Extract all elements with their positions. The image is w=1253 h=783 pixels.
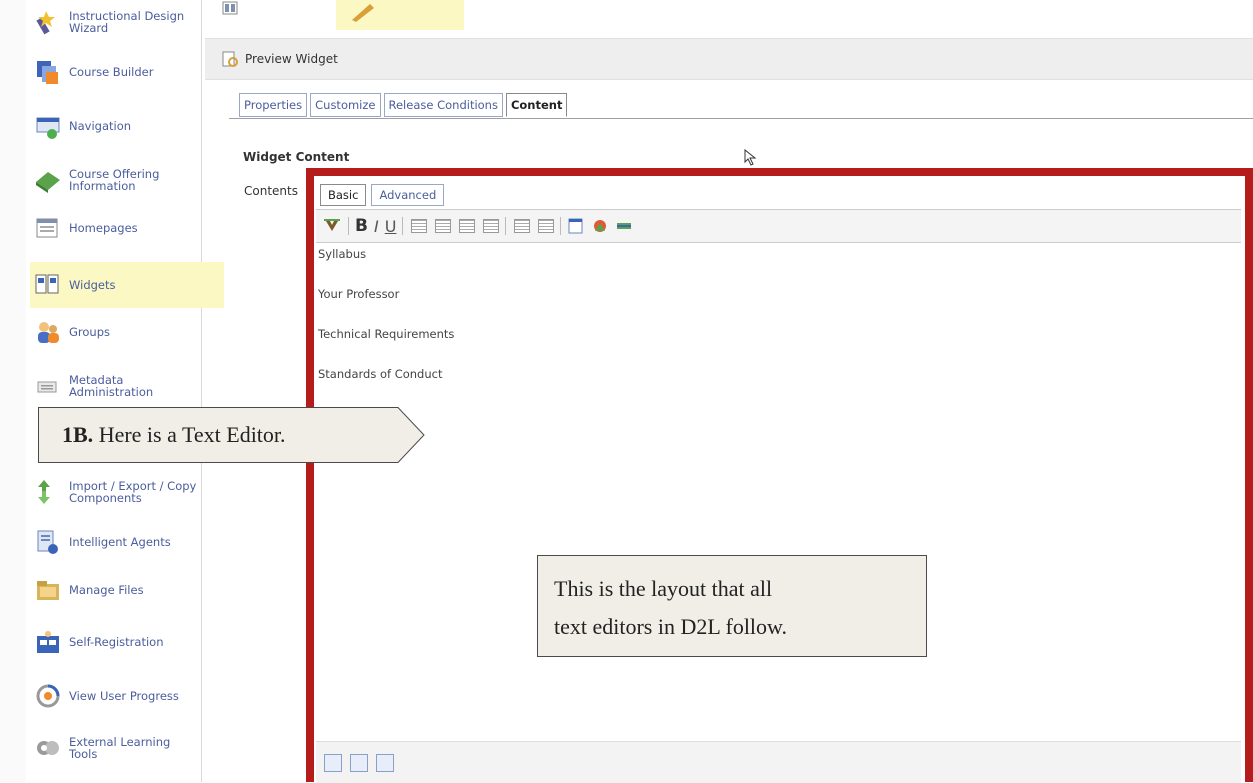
layout-icon <box>222 1 238 15</box>
sidebar-item-label: Widgets <box>69 278 116 292</box>
callout-step-number: 1B. <box>62 422 94 447</box>
preview-widget-link[interactable]: Preview Widget <box>245 52 338 66</box>
sidebar-item-homepages[interactable]: Homepages <box>34 214 200 242</box>
tab-properties[interactable]: Properties <box>239 93 308 117</box>
sidebar-item-label: External Learning Tools <box>69 735 171 761</box>
sidebar-item-label: Instructional Design Wizard <box>69 9 185 35</box>
source-icon[interactable] <box>350 753 368 772</box>
editor-footer <box>316 741 1241 783</box>
widgets-icon <box>34 271 62 299</box>
sidebar-item-label: Self-Registration <box>69 635 164 649</box>
editor-line: Syllabus <box>318 247 367 261</box>
left-edge-panel <box>0 0 27 782</box>
callout-layout-note: This is the layout that all text editors… <box>537 555 927 657</box>
sidebar-item-self-registration[interactable]: Self-Registration <box>34 628 200 656</box>
widget-content-heading: Widget Content <box>243 150 350 164</box>
toolbar-separator <box>505 217 507 235</box>
folder-icon <box>34 576 62 604</box>
homepage-icon <box>34 214 62 242</box>
sidebar-item-import-export-copy[interactable]: Import / Export / Copy Components <box>34 478 200 506</box>
sidebar-item-label: Homepages <box>69 221 138 235</box>
widget-tabs: Properties Customize Release Conditions … <box>239 93 570 117</box>
insert-table-icon[interactable] <box>567 217 585 235</box>
sidebar-item-label: Manage Files <box>69 583 144 597</box>
editor-tab-advanced[interactable]: Advanced <box>371 184 445 206</box>
tab-divider <box>229 118 1253 119</box>
insert-image-icon[interactable] <box>591 217 609 235</box>
sidebar-item-manage-files[interactable]: Manage Files <box>34 576 200 604</box>
callout-line-2: text editors in D2L follow. <box>554 614 787 639</box>
align-justify-icon[interactable] <box>483 219 500 233</box>
tab-release-conditions[interactable]: Release Conditions <box>383 93 503 117</box>
spellcheck-icon[interactable] <box>322 217 342 235</box>
align-left-icon[interactable] <box>411 219 428 233</box>
align-right-icon[interactable] <box>459 219 476 233</box>
admin-sidebar: Instructional Design Wizard Course Build… <box>26 0 224 782</box>
toolbar-separator <box>560 217 562 235</box>
intelligent-agents-icon <box>34 528 62 556</box>
align-center-icon[interactable] <box>435 219 452 233</box>
wand-icon <box>34 8 62 36</box>
external-tools-icon <box>34 734 62 762</box>
user-progress-icon <box>34 682 62 710</box>
bullet-list-icon[interactable] <box>514 219 531 233</box>
editor-tabs: Basic Advanced <box>320 184 449 206</box>
mouse-cursor-icon <box>744 149 757 166</box>
sidebar-item-course-builder[interactable]: Course Builder <box>34 58 200 86</box>
tab-customize[interactable]: Customize <box>310 93 381 117</box>
sidebar-item-groups[interactable]: Groups <box>34 318 200 346</box>
sidebar-item-label: Metadata Administration <box>69 373 154 399</box>
preview-page-icon <box>222 51 238 67</box>
self-registration-icon <box>34 628 62 656</box>
sidebar-item-label: Import / Export / Copy Components <box>69 479 197 505</box>
contents-label: Contents <box>244 184 298 198</box>
horizontal-line-icon[interactable] <box>615 217 633 235</box>
sidebar-item-label: Course Offering Information <box>69 167 160 193</box>
top-strip <box>205 0 1253 32</box>
sidebar-item-external-learning-tools[interactable]: External Learning Tools <box>34 734 200 762</box>
numbered-list-icon[interactable] <box>538 219 555 233</box>
callout-line-1: This is the layout that all <box>554 576 773 601</box>
sidebar-item-instructional-design-wizard[interactable]: Instructional Design Wizard <box>34 8 200 36</box>
sidebar-item-intelligent-agents[interactable]: Intelligent Agents <box>34 528 200 556</box>
editor-line: Technical Requirements <box>318 327 455 341</box>
editor-content-area[interactable]: Syllabus Your Professor Technical Requir… <box>316 241 1241 741</box>
sidebar-item-label: Course Builder <box>69 65 154 79</box>
sidebar-item-label: Navigation <box>69 119 132 133</box>
editor-tab-basic[interactable]: Basic <box>320 184 367 206</box>
editor-line: Standards of Conduct <box>318 367 443 381</box>
underline-button[interactable]: U <box>385 217 397 236</box>
selected-widget-thumb[interactable] <box>336 0 464 30</box>
preview-icon[interactable] <box>324 753 342 772</box>
bold-button[interactable]: B <box>355 216 368 236</box>
toolbar-separator <box>402 217 404 235</box>
editor-toolbar: B I U <box>316 209 1241 243</box>
sidebar-item-navigation[interactable]: Navigation <box>34 112 200 140</box>
sidebar-item-view-user-progress[interactable]: View User Progress <box>34 682 200 710</box>
sidebar-item-course-offering-information[interactable]: Course Offering Information <box>34 166 200 194</box>
wand-icon <box>352 4 374 22</box>
course-builder-icon <box>34 58 62 86</box>
import-export-icon <box>34 478 62 506</box>
italic-button[interactable]: I <box>374 217 379 236</box>
sidebar-item-widgets[interactable]: Widgets <box>30 262 224 308</box>
preview-widget-bar[interactable]: Preview Widget <box>205 38 1253 80</box>
toolbar-separator <box>348 217 349 235</box>
callout-text: Here is a Text Editor. <box>93 422 286 447</box>
fullscreen-icon[interactable] <box>376 753 394 772</box>
sidebar-item-label: Groups <box>69 325 111 339</box>
tab-content[interactable]: Content <box>505 93 568 117</box>
sidebar-item-metadata-administration[interactable]: Metadata Administration <box>34 372 200 400</box>
sidebar-item-label: View User Progress <box>69 689 179 703</box>
editor-line: Your Professor <box>318 287 400 301</box>
callout-text-editor: 1B. Here is a Text Editor. <box>38 407 425 463</box>
groups-icon <box>34 318 62 346</box>
navigation-icon <box>34 112 62 140</box>
book-icon <box>34 166 62 194</box>
metadata-icon <box>34 372 62 400</box>
sidebar-item-label: Intelligent Agents <box>69 535 171 549</box>
